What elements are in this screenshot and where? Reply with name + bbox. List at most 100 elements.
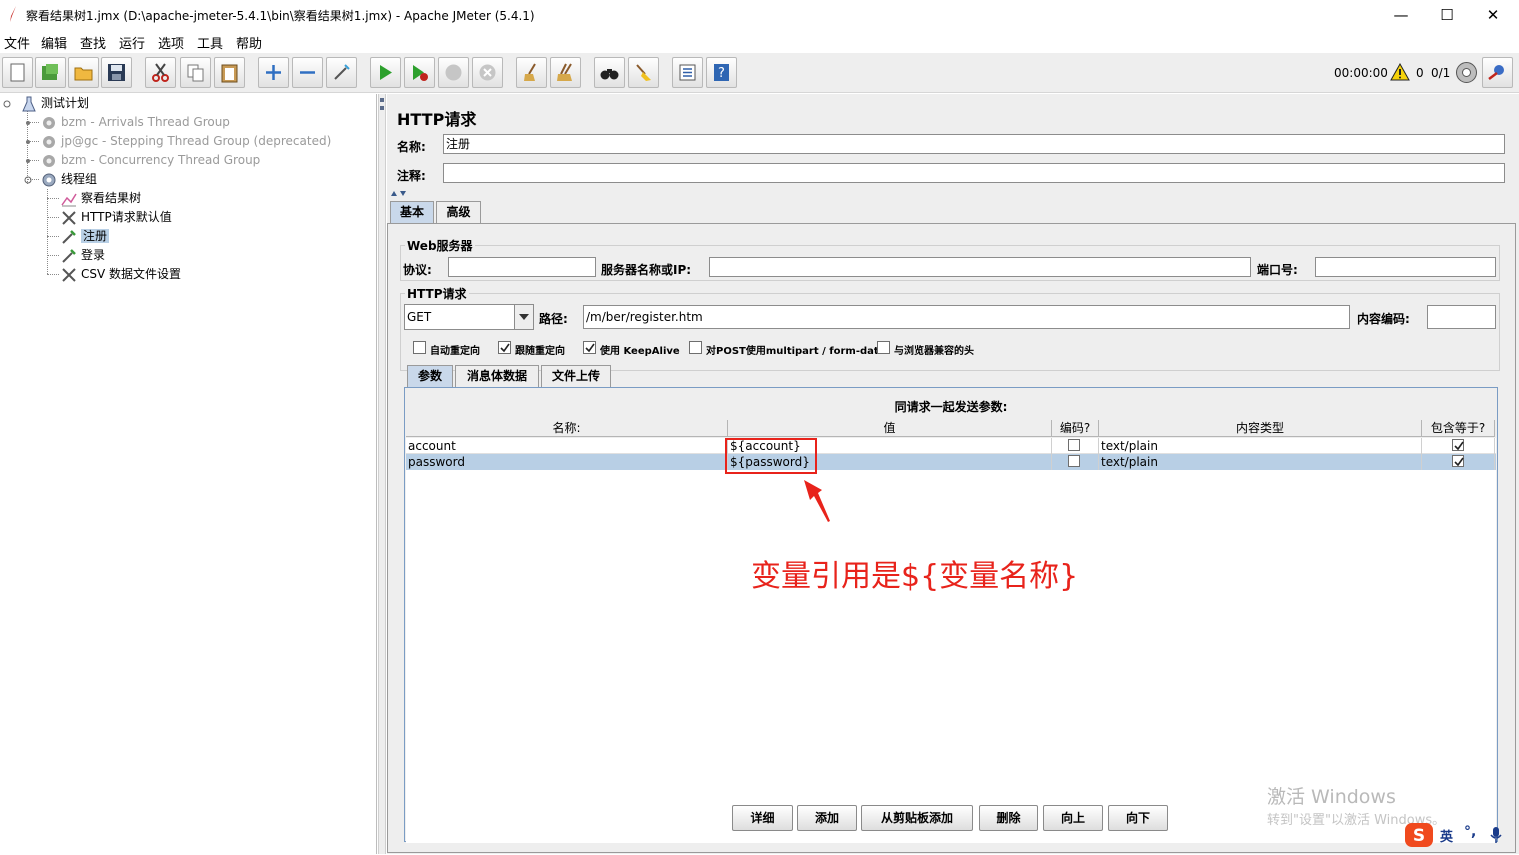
tree-item-thread-group[interactable]: bzm - Concurrency Thread Group bbox=[40, 151, 260, 170]
column-header-value[interactable]: 值 bbox=[728, 420, 1052, 437]
expand-handle-icon[interactable] bbox=[3, 100, 11, 108]
delete-button[interactable]: 删除 bbox=[979, 805, 1038, 831]
maximize-button[interactable]: ☐ bbox=[1424, 0, 1470, 30]
comment-field[interactable] bbox=[443, 163, 1505, 183]
browser-headers-checkbox[interactable] bbox=[877, 341, 890, 354]
cell-encode[interactable] bbox=[1052, 438, 1099, 454]
help-button[interactable]: ? bbox=[706, 57, 737, 88]
toggle-button[interactable] bbox=[326, 57, 357, 88]
clear-broom-icon bbox=[524, 63, 536, 81]
path-field[interactable]: /m/ber/register.htm bbox=[583, 305, 1350, 329]
log-viewer-button[interactable] bbox=[1482, 57, 1513, 88]
cell-name[interactable]: account bbox=[406, 438, 728, 454]
cut-button[interactable] bbox=[145, 57, 176, 88]
collapse-button[interactable] bbox=[292, 57, 323, 88]
splitter-arrow[interactable] bbox=[380, 106, 384, 110]
stop-button[interactable] bbox=[438, 57, 469, 88]
templates-button[interactable] bbox=[35, 57, 66, 88]
follow-redirects-checkbox[interactable] bbox=[498, 341, 511, 354]
column-header-encode[interactable]: 编码? bbox=[1052, 420, 1099, 437]
tree-item-register[interactable]: 注册 bbox=[60, 227, 110, 246]
expand-handle-icon[interactable] bbox=[24, 119, 32, 127]
detail-button[interactable]: 详细 bbox=[732, 805, 793, 831]
start-button[interactable] bbox=[370, 57, 401, 88]
menu-edit[interactable]: 编辑 bbox=[41, 33, 67, 52]
column-header-name[interactable]: 名称: bbox=[406, 420, 728, 437]
clear-button[interactable] bbox=[516, 57, 547, 88]
tree-item-csv-config[interactable]: CSV 数据文件设置 bbox=[60, 265, 181, 284]
search-button[interactable] bbox=[594, 57, 625, 88]
multipart-checkbox[interactable] bbox=[689, 341, 702, 354]
http-request-title: HTTP请求 bbox=[405, 285, 469, 302]
toolbar: ? 00:00:00 0 0/1 bbox=[0, 53, 1519, 93]
clear-all-button[interactable] bbox=[550, 57, 581, 88]
column-header-content-type[interactable]: 内容类型 bbox=[1099, 420, 1422, 437]
menu-help[interactable]: 帮助 bbox=[236, 33, 262, 52]
protocol-field[interactable] bbox=[448, 257, 596, 277]
expand-button[interactable] bbox=[258, 57, 289, 88]
warning-icon[interactable] bbox=[1390, 63, 1410, 81]
cell-name[interactable]: password bbox=[406, 454, 728, 470]
clear-all-broom-icon bbox=[557, 63, 572, 81]
add-button[interactable]: 添加 bbox=[797, 805, 857, 831]
minimize-button[interactable]: — bbox=[1378, 0, 1424, 30]
open-button[interactable] bbox=[68, 57, 99, 88]
tab-files-upload[interactable]: 文件上传 bbox=[541, 365, 611, 387]
tab-parameters[interactable]: 参数 bbox=[407, 365, 453, 387]
tree-item-http-defaults[interactable]: HTTP请求默认值 bbox=[60, 208, 172, 227]
cell-include-equals[interactable] bbox=[1422, 454, 1495, 470]
server-field[interactable] bbox=[709, 257, 1251, 277]
menu-tools[interactable]: 工具 bbox=[197, 33, 223, 52]
save-button[interactable] bbox=[101, 57, 132, 88]
tree-item-login[interactable]: 登录 bbox=[60, 246, 105, 265]
menu-run[interactable]: 运行 bbox=[119, 33, 145, 52]
cell-include-equals[interactable] bbox=[1422, 438, 1495, 454]
tab-basic[interactable]: 基本 bbox=[390, 201, 434, 223]
splitter-arrow[interactable] bbox=[380, 98, 384, 102]
expand-handle-icon[interactable] bbox=[24, 176, 32, 184]
menu-options[interactable]: 选项 bbox=[158, 33, 184, 52]
include-equals-checkbox[interactable] bbox=[1452, 455, 1464, 467]
function-helper-button[interactable] bbox=[672, 57, 703, 88]
add-from-clipboard-button[interactable]: 从剪贴板添加 bbox=[861, 805, 973, 831]
column-header-include-equals[interactable]: 包含等于? bbox=[1422, 420, 1495, 437]
pane-splitter[interactable] bbox=[378, 94, 386, 854]
include-equals-checkbox[interactable] bbox=[1452, 439, 1464, 451]
move-up-button[interactable]: 向上 bbox=[1043, 805, 1103, 831]
cell-content-type[interactable]: text/plain bbox=[1099, 454, 1422, 470]
paste-button[interactable] bbox=[214, 57, 245, 88]
browser-headers-label: 与浏览器兼容的头 bbox=[894, 346, 974, 357]
reset-search-button[interactable] bbox=[628, 57, 659, 88]
tree-item-view-results-tree[interactable]: 察看结果树 bbox=[60, 189, 141, 208]
ime-punctuation: °, bbox=[1464, 824, 1477, 840]
tree-item-thread-group[interactable]: 线程组 bbox=[40, 170, 97, 189]
tree-item-thread-group[interactable]: bzm - Arrivals Thread Group bbox=[40, 113, 230, 132]
cell-content-type[interactable]: text/plain bbox=[1099, 438, 1422, 454]
test-plan-flask-icon bbox=[22, 96, 36, 111]
menu-file[interactable]: 文件 bbox=[4, 33, 30, 52]
encode-checkbox[interactable] bbox=[1068, 439, 1080, 451]
close-button[interactable]: ✕ bbox=[1470, 0, 1516, 30]
copy-button[interactable] bbox=[180, 57, 211, 88]
expand-handle-icon[interactable] bbox=[24, 138, 32, 146]
method-dropdown-button[interactable] bbox=[514, 305, 533, 329]
name-field[interactable]: 注册 bbox=[443, 134, 1505, 154]
expand-handle-icon[interactable] bbox=[24, 157, 32, 165]
cell-encode[interactable] bbox=[1052, 454, 1099, 470]
collapse-arrows-icon[interactable] bbox=[389, 190, 409, 197]
encode-checkbox[interactable] bbox=[1068, 455, 1080, 467]
tab-body-data[interactable]: 消息体数据 bbox=[455, 365, 539, 387]
start-no-pauses-button[interactable] bbox=[404, 57, 435, 88]
move-down-button[interactable]: 向下 bbox=[1108, 805, 1168, 831]
encoding-field[interactable] bbox=[1427, 305, 1496, 329]
shutdown-button[interactable] bbox=[472, 57, 503, 88]
keepalive-checkbox[interactable] bbox=[583, 341, 596, 354]
tab-advanced[interactable]: 高级 bbox=[436, 201, 481, 223]
stop-icon bbox=[445, 64, 462, 81]
redirect-auto-checkbox[interactable] bbox=[413, 341, 426, 354]
new-button[interactable] bbox=[2, 57, 33, 88]
port-field[interactable] bbox=[1315, 257, 1496, 277]
tree-item-test-plan[interactable]: 测试计划 bbox=[20, 94, 89, 113]
menu-search[interactable]: 查找 bbox=[80, 33, 106, 52]
tree-item-thread-group[interactable]: jp@gc - Stepping Thread Group (deprecate… bbox=[40, 132, 331, 151]
